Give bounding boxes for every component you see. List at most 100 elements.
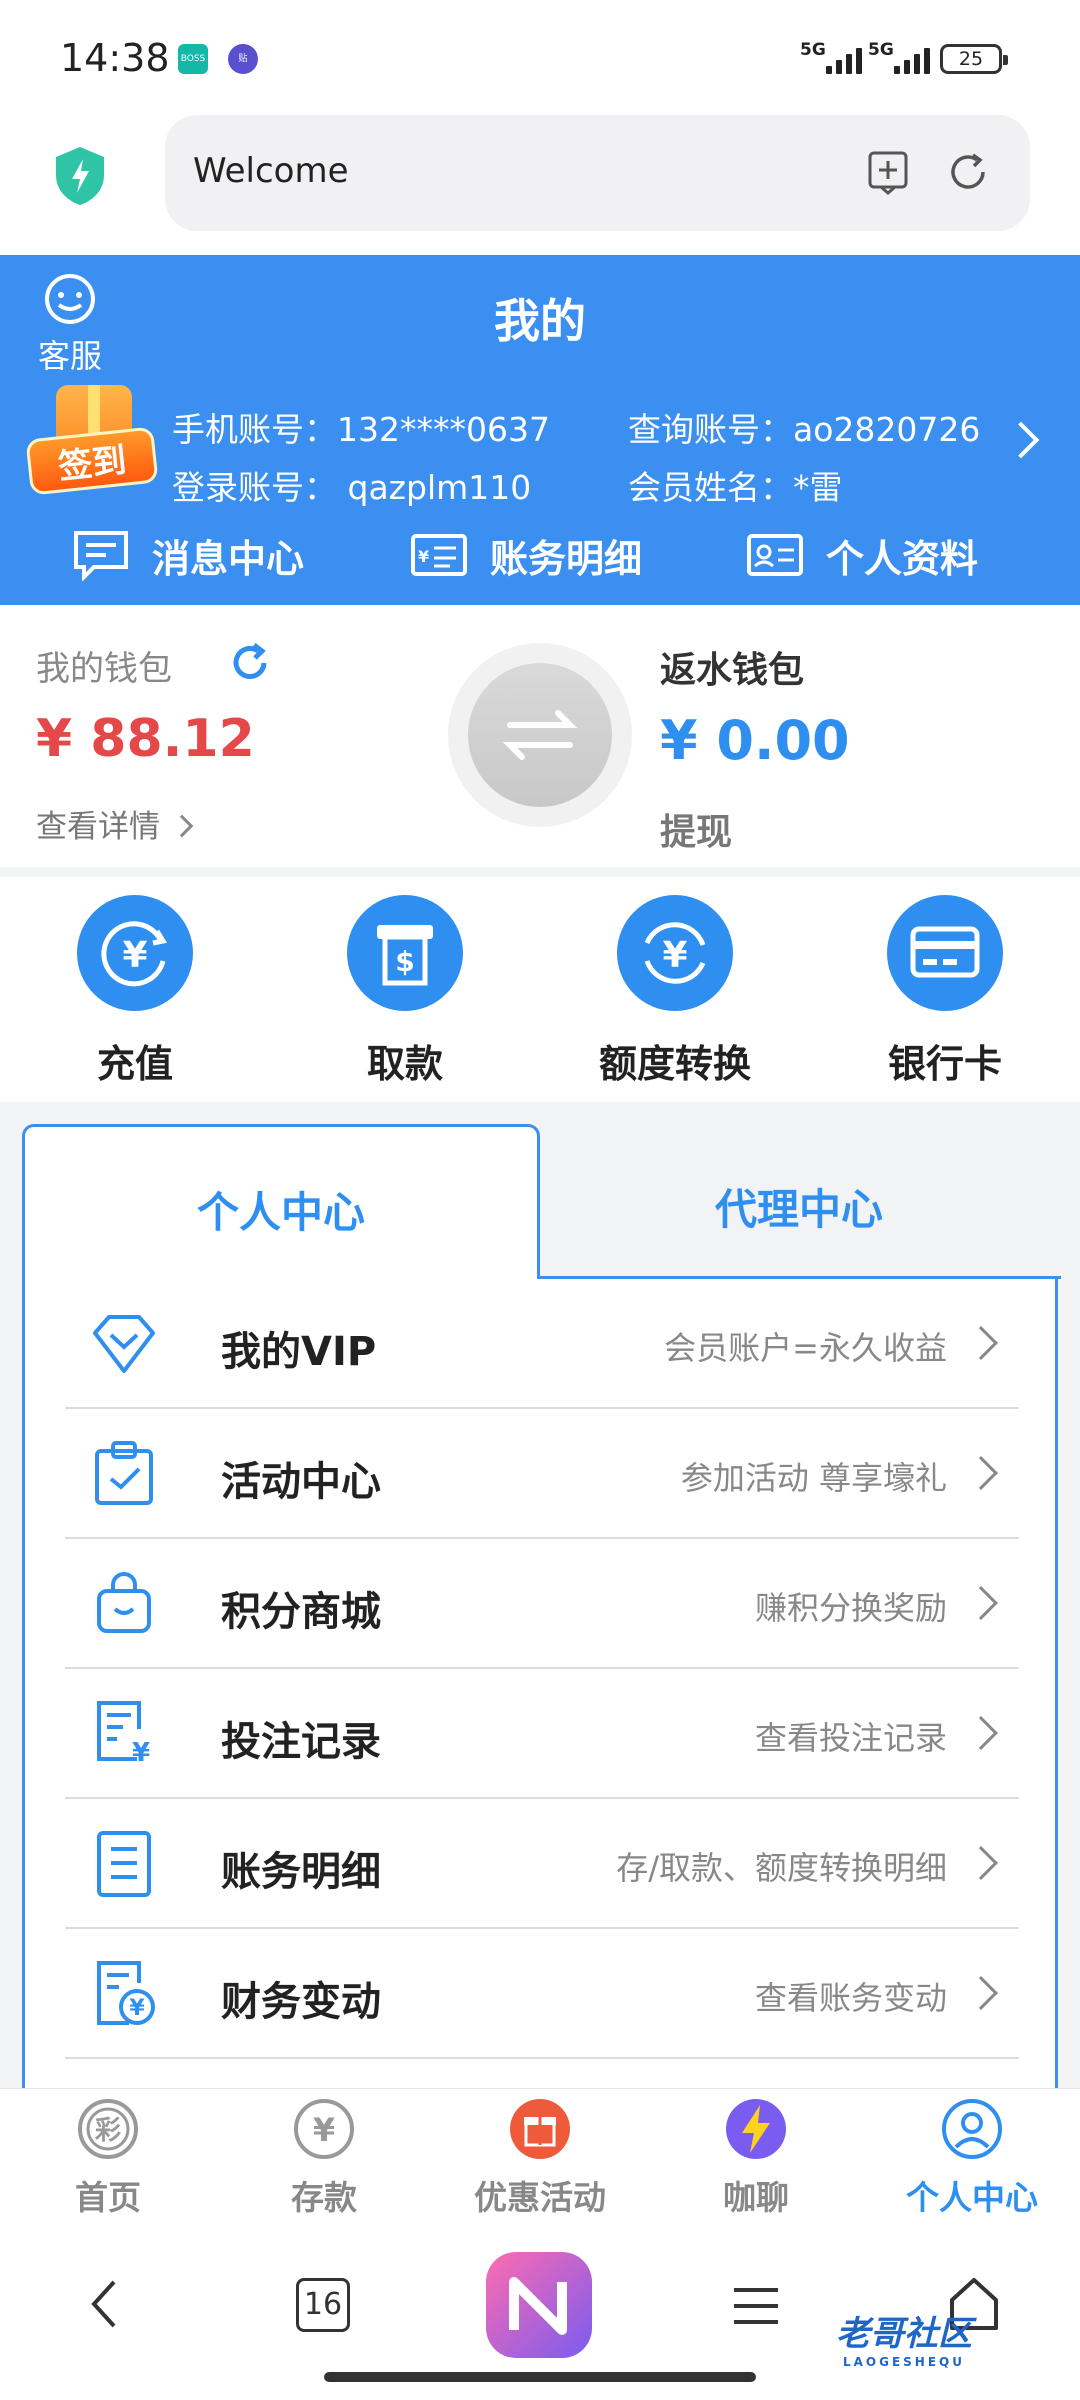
signal-bars-2-icon	[894, 44, 944, 74]
login-label: 登录账号：	[172, 468, 337, 507]
wallet-label: 我的钱包	[36, 649, 172, 689]
menu-list: 我的VIP 会员账户=永久收益 活动中心 参加活动 尊享壕礼 积分商城 赚积分换…	[22, 1276, 1061, 2179]
home-indicator[interactable]	[324, 2372, 756, 2382]
center-panel: 个人中心 代理中心 我的VIP 会员账户=永久收益 活动中心 参加活动 尊享壕礼	[22, 1124, 1061, 2179]
phone-account: 手机账号：132****0637	[172, 403, 550, 451]
back-icon[interactable]	[80, 2274, 130, 2334]
browser-bar: Welcome	[0, 115, 1080, 255]
menu-item-vip[interactable]: 我的VIP 会员账户=永久收益	[65, 1279, 1019, 1409]
menu-item-financial-changes[interactable]: ¥ 财务变动 查看账务变动	[65, 1929, 1019, 2059]
tab-label: 个人中心	[906, 2178, 1038, 2217]
tab-label: 存款	[291, 2178, 357, 2217]
brand-sub: LAOGESHEQU	[842, 2355, 965, 2369]
diamond-icon	[93, 1315, 155, 1373]
menu-item-account-details[interactable]: 账务明细 存/取款、额度转换明细	[65, 1799, 1019, 1929]
menu-item-name: 财务变动	[221, 1979, 381, 2025]
svg-text:彩: 彩	[94, 2116, 121, 2146]
member-label: 会员姓名：	[628, 468, 793, 507]
chevron-right-icon	[170, 814, 194, 838]
withdraw-button[interactable]: 提现	[660, 803, 732, 855]
rebate-balance: ¥ 0.00	[660, 709, 850, 772]
withdraw-action[interactable]: $ 取款	[285, 895, 525, 1088]
address-bar[interactable]: Welcome	[165, 115, 1030, 231]
quick-link-messages[interactable]: 消息中心	[72, 523, 304, 587]
svg-text:¥: ¥	[122, 935, 147, 976]
tab-promotions[interactable]: 优惠活动	[432, 2097, 648, 2219]
wallet-balance: ¥ 88.12	[36, 709, 255, 769]
menu-item-desc: 存/取款、额度转换明细	[616, 1849, 947, 1887]
deposit-action[interactable]: ¥ 充值	[15, 895, 255, 1088]
query-label: 查询账号：	[628, 410, 793, 449]
url-text[interactable]: Welcome	[193, 151, 349, 191]
menu-item-name: 我的VIP	[221, 1329, 377, 1375]
svg-text:¥: ¥	[313, 2111, 335, 2149]
tab-personal-center[interactable]: 个人中心	[864, 2097, 1080, 2219]
quick-link-profile[interactable]: 个人资料	[746, 523, 978, 587]
menu-item-desc: 赚积分换奖励	[754, 1589, 947, 1627]
rebate-wallet-label: 返水钱包	[660, 650, 805, 691]
menu-item-name: 账务明细	[221, 1849, 381, 1895]
svg-text:¥: ¥	[129, 1996, 145, 2021]
quick-link-label: 账务明细	[490, 536, 643, 581]
battery-icon: 25	[940, 44, 1008, 74]
id-card-icon	[747, 534, 803, 576]
action-grid: ¥ 充值 $ 取款 ¥ 额度转换 银行卡	[0, 877, 1080, 1102]
reload-icon[interactable]	[945, 149, 991, 195]
login-account: 登录账号： qazplm110	[172, 461, 531, 509]
signal-label-2: 5G	[868, 40, 894, 60]
browser-home-icon[interactable]	[484, 2250, 594, 2360]
message-icon	[74, 531, 128, 581]
tab-label: 咖聊	[723, 2178, 789, 2217]
yuan-coin-icon: ¥	[294, 2099, 354, 2159]
quick-link-label: 个人资料	[826, 536, 979, 581]
menu-item-name: 投注记录	[221, 1719, 381, 1765]
query-value: ao2820726	[793, 410, 981, 449]
member-name: 会员姓名：*雷	[628, 461, 843, 509]
svg-text:¥: ¥	[132, 1738, 150, 1768]
svg-text:¥: ¥	[662, 935, 687, 976]
action-label: 额度转换	[598, 1042, 751, 1086]
deposit-icon: ¥	[77, 895, 193, 1011]
signal-label-1: 5G	[800, 40, 826, 60]
swap-arrows-icon	[502, 710, 578, 760]
bank-card-action[interactable]: 银行卡	[825, 895, 1065, 1088]
swap-button[interactable]	[448, 643, 632, 827]
menu-item-points-mall[interactable]: 积分商城 赚积分换奖励	[65, 1539, 1019, 1669]
bottom-tab-bar: 彩 首页 ¥ 存款 优惠活动 咖聊 个人中心	[0, 2088, 1080, 2230]
menu-icon[interactable]	[728, 2278, 784, 2334]
currency-transfer-icon: ¥	[617, 895, 733, 1011]
add-tab-icon[interactable]	[865, 149, 911, 195]
query-account: 查询账号：ao2820726	[628, 403, 980, 451]
menu-item-desc: 参加活动 尊享壕礼	[680, 1459, 947, 1497]
tab-deposit[interactable]: ¥ 存款	[216, 2097, 432, 2219]
tab-chat[interactable]: 咖聊	[648, 2097, 864, 2219]
profile-header: 客服 我的 签到 手机账号：132****0637 查询账号：ao2820726…	[0, 255, 1080, 605]
chevron-right-icon[interactable]	[1002, 421, 1040, 459]
shopping-bag-icon	[97, 1572, 151, 1633]
quick-link-transactions[interactable]: ¥ 账务明细	[410, 523, 642, 587]
tab-home[interactable]: 彩 首页	[0, 2097, 216, 2219]
menu-item-name: 积分商城	[221, 1589, 381, 1635]
phone-value: 132****0637	[337, 410, 550, 449]
tab-personal-center[interactable]: 个人中心	[22, 1124, 540, 1282]
shield-icon[interactable]	[52, 145, 108, 207]
tab-label: 首页	[75, 2178, 141, 2217]
signin-label: 签到	[25, 426, 159, 496]
menu-item-name: 活动中心	[221, 1459, 381, 1505]
quick-link-label: 消息中心	[152, 536, 305, 581]
document-list-icon	[97, 1831, 151, 1897]
action-label: 银行卡	[887, 1042, 1002, 1086]
finance-document-icon: ¥	[97, 1961, 155, 2025]
tab-agent-center[interactable]: 代理中心	[540, 1124, 1058, 1282]
view-details-link[interactable]: 查看详情	[36, 801, 194, 846]
action-label: 取款	[366, 1042, 443, 1086]
menu-item-activity[interactable]: 活动中心 参加活动 尊享壕礼	[65, 1409, 1019, 1539]
member-value: *雷	[793, 468, 843, 507]
signin-button[interactable]: 签到	[25, 385, 159, 503]
tabs-count-button[interactable]: 16	[296, 2278, 350, 2332]
menu-item-desc: 会员账户=永久收益	[664, 1329, 947, 1367]
browser-nav-bar: 16 老哥社区 LAOGESHEQU	[0, 2230, 1080, 2400]
refresh-icon[interactable]	[228, 641, 272, 685]
transfer-action[interactable]: ¥ 额度转换	[555, 895, 795, 1088]
menu-item-bet-records[interactable]: ¥ 投注记录 查看投注记录	[65, 1669, 1019, 1799]
